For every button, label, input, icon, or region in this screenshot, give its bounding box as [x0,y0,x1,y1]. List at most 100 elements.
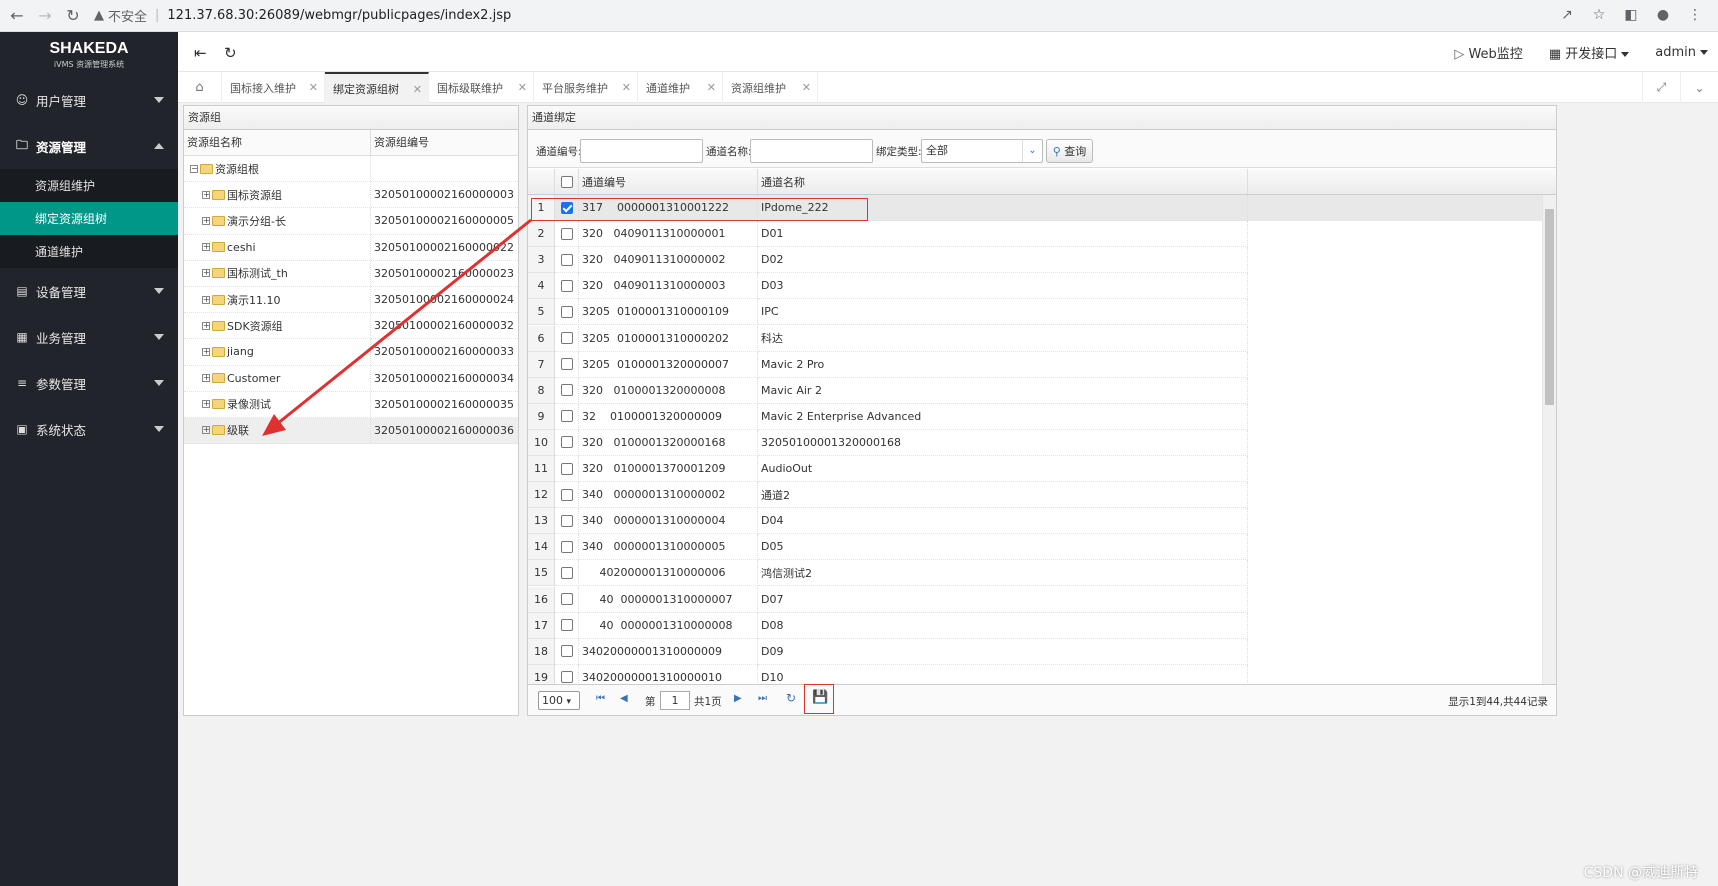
row-checkbox[interactable] [560,358,573,371]
table-row[interactable]: 17 40 0000001310000008 D08 [528,612,1542,639]
row-checkbox[interactable] [560,462,573,475]
table-row[interactable]: 3 320 0409011310000002 D02 [528,247,1542,274]
close-icon[interactable]: ✕ [622,81,631,94]
row-checkbox[interactable] [560,305,573,318]
tree-row[interactable]: + 演示11.10 32050100002160000024 [184,286,518,314]
tab-bind-tree[interactable]: 绑定资源组树 ✕ [325,72,429,103]
table-row[interactable]: 5 3205 0100001310000109 IPC [528,299,1542,326]
tree-row[interactable]: + ceshi 32050100002160000022 [184,234,518,261]
row-checkbox[interactable] [560,488,573,501]
dev-api-menu[interactable]: ▦ 开发接口 [1549,43,1630,62]
tree-row[interactable]: + jiang 32050100002160000033 [184,339,518,366]
channel-code-input[interactable] [580,139,703,163]
row-checkbox[interactable] [560,384,573,397]
expand-icon[interactable]: + [202,295,210,304]
close-icon[interactable]: ✕ [309,81,318,94]
tab-platform-service[interactable]: 平台服务维护 ✕ [534,72,638,103]
tab-resource-group[interactable]: 资源组维护 ✕ [723,72,818,103]
row-checkbox[interactable] [560,436,573,449]
page-number-input[interactable]: 1 [660,691,690,710]
star-icon[interactable]: ☆ [1588,4,1610,26]
grid-body[interactable]: 1 317 0000001310001222 IPdome_222 2 320 0409… [528,195,1542,684]
close-icon[interactable]: ✕ [518,81,527,94]
expand-icon[interactable]: + [202,190,210,199]
sidebar-subitem-resource-group[interactable]: 资源组维护 [0,169,178,202]
table-row[interactable]: 6 3205 0100001310000202 科达 [528,325,1542,352]
table-row[interactable]: 19 34020000001310000010 D10 [528,664,1542,684]
table-row[interactable]: 11 320 0100001370001209 AudioOut [528,456,1542,483]
expand-icon[interactable]: + [202,347,210,356]
tree-row[interactable]: + 国标测试_th 32050100002160000023 [184,260,518,287]
sidepanel-icon[interactable]: ◧ [1620,4,1642,26]
table-row[interactable]: 10 320 0100001320000168 320501000013200001… [528,429,1542,456]
expand-icon[interactable]: + [202,216,210,225]
table-row[interactable]: 18 34020000001310000009 D09 [528,638,1542,665]
tree-row[interactable]: + 演示分组-长 32050100002160000005 [184,208,518,235]
tree-row[interactable]: + Customer 32050100002160000034 [184,365,518,392]
row-checkbox[interactable] [560,619,573,632]
vertical-scrollbar[interactable] [1542,195,1556,684]
table-row[interactable]: 13 340 0000001310000004 D04 [528,508,1542,535]
table-row[interactable]: 4 320 0409011310000003 D03 [528,273,1542,300]
query-button[interactable]: ⚲ 查询 [1046,139,1093,163]
fullscreen-icon[interactable]: ⤢ [1642,72,1680,103]
first-page-icon[interactable]: ⏮ [596,693,605,704]
table-row[interactable]: 8 320 0100001320000008 Mavic Air 2 [528,377,1542,404]
sidebar-item-system-status[interactable]: ▣ 系统状态 [0,406,178,452]
tree-row[interactable]: + 录像测试 32050100002160000035 [184,391,518,418]
tree-row[interactable]: + SDK资源组 32050100002160000032 [184,313,518,340]
row-checkbox[interactable] [560,253,573,266]
web-monitor-link[interactable]: ▷ Web监控 [1454,43,1522,62]
row-checkbox[interactable] [560,671,573,684]
tab-gb-cascade[interactable]: 国标级联维护 ✕ [429,72,534,103]
chevron-down-icon[interactable]: ⌄ [1680,72,1718,103]
next-page-icon[interactable]: ▶ [734,693,742,704]
table-row[interactable]: 9 32 0100001320000009 Mavic 2 Enterprise A… [528,403,1542,430]
table-row[interactable]: 15 402000001310000006 鸿信测试2 [528,560,1542,587]
close-icon[interactable]: ✕ [802,81,811,94]
menu-icon[interactable]: ⋮ [1684,4,1706,26]
row-checkbox[interactable] [560,566,573,579]
refresh-icon[interactable]: ↻ [786,691,796,705]
row-checkbox[interactable] [560,227,573,240]
collapse-menu-icon[interactable]: ⇤ [194,44,207,62]
expand-icon[interactable]: + [202,269,210,278]
tree-root[interactable]: − 资源组根 [184,156,518,183]
table-row[interactable]: 12 340 0000001310000002 通道2 [528,482,1542,509]
sidebar-subitem-bind-tree[interactable]: 绑定资源组树 [0,202,178,235]
table-row[interactable]: 16 40 0000001310000007 D07 [528,586,1542,613]
expand-icon[interactable]: + [202,426,210,435]
expand-icon[interactable]: + [202,400,210,409]
sidebar-item-param-management[interactable]: ≡ 参数管理 [0,360,178,406]
forward-icon[interactable]: → [34,5,56,27]
table-row[interactable]: 14 340 0000001310000005 D05 [528,534,1542,561]
expand-icon[interactable]: + [202,321,210,330]
row-checkbox[interactable] [560,540,573,553]
row-checkbox[interactable] [560,593,573,606]
select-all-checkbox[interactable] [560,175,573,188]
last-page-icon[interactable]: ⏭ [758,693,767,704]
row-checkbox[interactable] [560,332,573,345]
row-checkbox[interactable] [560,410,573,423]
share-icon[interactable]: ↗ [1556,4,1578,26]
back-icon[interactable]: ← [6,5,28,27]
row-checkbox[interactable] [560,645,573,658]
refresh-icon[interactable]: ↻ [224,44,237,62]
prev-page-icon[interactable]: ◀ [620,693,628,704]
expand-icon[interactable]: + [202,374,210,383]
row-checkbox[interactable] [560,514,573,527]
reload-icon[interactable]: ↻ [62,5,84,27]
channel-name-input[interactable] [750,139,873,163]
address-bar[interactable]: ▲ 不安全 | 121.37.68.30:26089/webmgr/public… [94,4,1594,28]
scroll-thumb[interactable] [1545,209,1554,405]
tree-row[interactable]: + 国标资源组 32050100002160000003 [184,182,518,209]
collapse-icon[interactable]: − [190,164,198,173]
profile-icon[interactable]: ● [1652,4,1674,26]
sidebar-subitem-channel[interactable]: 通道维护 [0,235,178,268]
sidebar-item-device-management[interactable]: ▤ 设备管理 [0,268,178,314]
expand-icon[interactable]: + [202,243,210,252]
sidebar-item-user-management[interactable]: ☺ 用户管理 [0,77,178,123]
bind-type-select[interactable]: 全部 ⌄ [921,139,1043,163]
page-size-select[interactable]: 100 ▾ [538,691,580,710]
sidebar-item-business-management[interactable]: ▦ 业务管理 [0,314,178,360]
